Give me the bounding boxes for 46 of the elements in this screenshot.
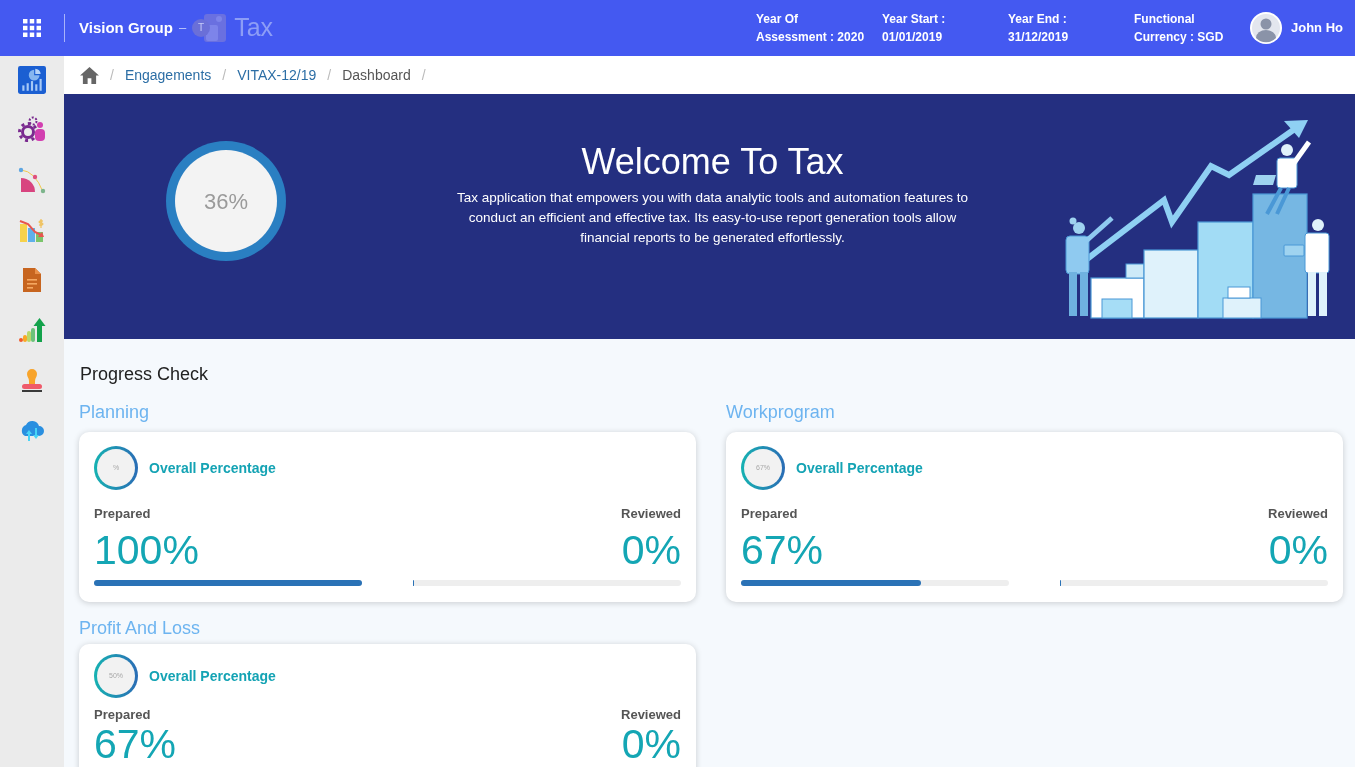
company-name: Vision Group [79, 17, 173, 38]
header-info-text: Year Start : 01/01/2019 [882, 11, 947, 46]
user-name[interactable]: John Ho [1291, 18, 1343, 38]
prepared-label: Prepared [94, 505, 151, 523]
reviewed-value: 0% [1268, 528, 1328, 572]
card-heading: Overall Percentage [796, 458, 923, 478]
prepared-value: 67% [94, 724, 177, 764]
title-dash: – [178, 19, 187, 38]
section-title: Planning [79, 401, 151, 424]
section-title: Profit And Loss [79, 617, 202, 640]
breadcrumb-link[interactable]: Engagements [124, 64, 212, 86]
breadcrumb-separator: / [110, 65, 114, 85]
section-title: Workprogram [726, 401, 836, 424]
prepared-label: Prepared [94, 706, 151, 724]
dashboard-icon[interactable] [18, 66, 46, 94]
avatar-icon[interactable] [1250, 12, 1282, 44]
curve-chart-icon[interactable] [18, 166, 46, 194]
progress-check-title: Progress Check [79, 363, 210, 386]
breadcrumb-link[interactable]: VITAX-12/19 [237, 64, 317, 86]
reviewed-label: Reviewed [621, 505, 681, 523]
welcome-description: Tax application that empowers you with data analytic tools and automation features to conduct an efficient and effective tax. Its easy-to-use report generation tools allow financial reports to be generated effortlessly. [455, 189, 970, 247]
app-name: Tax [234, 12, 274, 44]
breadcrumb-separator: / [222, 65, 227, 85]
breadcrumb-separator: / [327, 65, 332, 85]
falling-bar-chart-icon[interactable] [18, 216, 46, 244]
welcome-title: Welcome To Tax [581, 140, 844, 184]
breadcrumb-separator: / [421, 65, 426, 85]
card-heading: Overall Percentage [149, 458, 276, 478]
app-launcher-icon[interactable] [23, 19, 41, 37]
header-info-text: Functional Currency : SGD [1134, 11, 1225, 46]
prepared-label: Prepared [741, 505, 798, 523]
reviewed-value: 0% [621, 724, 681, 764]
prepared-value: 100% [94, 528, 199, 572]
header-info-text: Year End : 31/12/2019 [1008, 11, 1070, 46]
reviewed-label: Reviewed [1268, 505, 1328, 523]
card-heading: Overall Percentage [149, 666, 276, 686]
reviewed-label: Reviewed [621, 706, 681, 724]
breadcrumb-current: Dashboard [342, 65, 411, 85]
gear-person-icon[interactable] [18, 116, 46, 144]
home-icon[interactable] [80, 66, 99, 84]
reviewed-value: 0% [621, 528, 681, 572]
prepared-value: 67% [741, 528, 824, 572]
header-info-text: Year Of Assessment : 2020 [756, 11, 866, 46]
rising-bars-arrow-icon[interactable] [18, 316, 46, 344]
ring-percentage-text: 36% [203, 187, 248, 216]
logo-letter: T [192, 19, 211, 37]
